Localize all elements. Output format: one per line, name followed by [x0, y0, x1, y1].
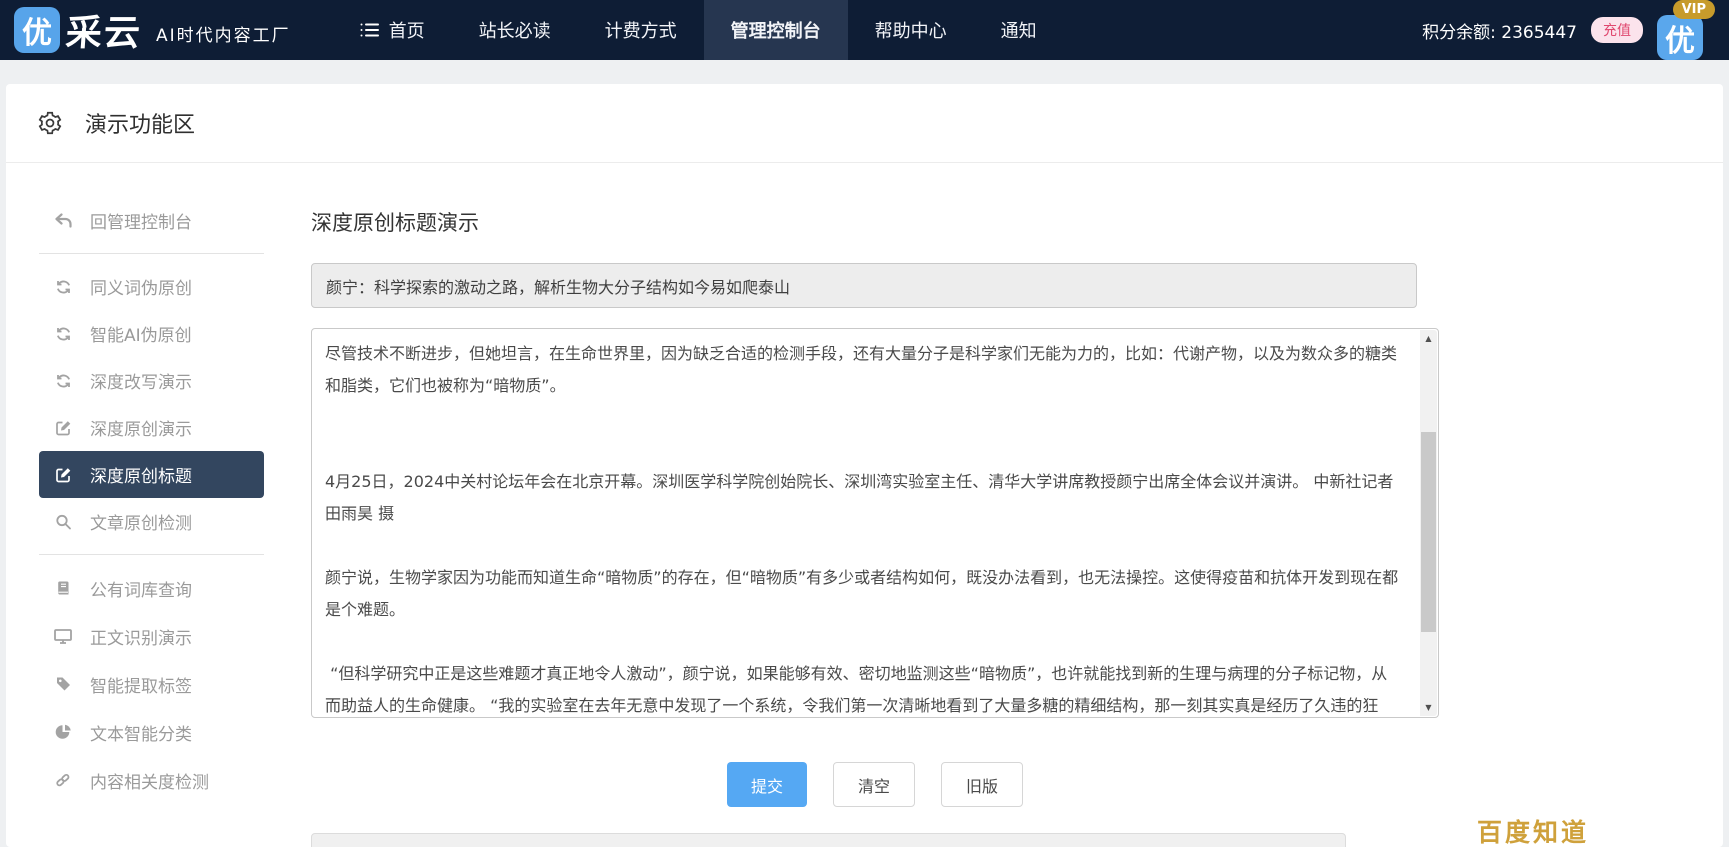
sidebar-item-label: 深度原创标题: [90, 462, 192, 487]
sidebar-item-originality-check[interactable]: 文章原创检测: [39, 498, 264, 545]
refresh-icon: [53, 373, 73, 389]
edit-icon: [53, 467, 73, 483]
sidebar: 回管理控制台 同义词伪原创 智能AI伪原创 深度改写演示: [6, 163, 296, 847]
sidebar-divider: [39, 253, 264, 254]
sidebar-item-smart-tags[interactable]: 智能提取标签: [39, 660, 264, 708]
logo-tagline: AI时代内容工厂: [156, 21, 291, 46]
vip-badge: VIP: [1673, 0, 1715, 19]
sidebar-item-ai-rewrite[interactable]: 智能AI伪原创: [39, 310, 264, 357]
nav-item-notice[interactable]: 通知: [974, 0, 1064, 60]
page-header: 演示功能区: [6, 84, 1723, 163]
content-card: 演示功能区 回管理控制台 同义词伪原创 智能AI伪原创: [6, 84, 1723, 847]
navbar-right: 积分余额: 2365447 充值 VIP 优: [1422, 0, 1709, 60]
sidebar-item-back-console[interactable]: 回管理控制台: [39, 197, 264, 244]
sidebar-item-label: 回管理控制台: [90, 208, 192, 233]
app-logo[interactable]: 优 采云 AI时代内容工厂: [14, 0, 291, 60]
result-box-partial: [311, 833, 1346, 847]
monitor-icon: [53, 628, 73, 644]
nav-item-home[interactable]: 首页: [333, 0, 452, 60]
sidebar-item-label: 内容相关度检测: [90, 768, 209, 793]
article-textarea-wrap: 尽管技术不断进步，但她坦言，在生命世界里，因为缺乏合适的检测手段，还有大量分子是…: [311, 328, 1439, 718]
button-row: 提交 清空 旧版: [311, 762, 1439, 807]
refresh-icon: [53, 279, 73, 295]
nav-item-label: 计费方式: [605, 17, 677, 43]
clear-button[interactable]: 清空: [833, 762, 915, 807]
reply-icon: [53, 213, 73, 229]
nav-item-help[interactable]: 帮助中心: [848, 0, 974, 60]
points-label: 积分余额:: [1422, 23, 1496, 43]
title-input[interactable]: [311, 263, 1417, 308]
scroll-down-icon[interactable]: ▼: [1420, 699, 1437, 716]
avatar: 优: [1657, 15, 1703, 60]
list-icon: [360, 22, 380, 38]
pie-chart-icon: [53, 724, 73, 740]
nav-item-label: 通知: [1001, 17, 1037, 43]
sidebar-item-public-lexicon[interactable]: 公有词库查询: [39, 564, 264, 612]
sidebar-item-deep-original-demo[interactable]: 深度原创演示: [39, 404, 264, 451]
sidebar-divider: [39, 554, 264, 555]
nav-item-must-read[interactable]: 站长必读: [452, 0, 578, 60]
tag-icon: [53, 676, 73, 692]
refresh-icon: [53, 326, 73, 342]
sidebar-item-label: 文章原创检测: [90, 509, 192, 534]
sidebar-item-label: 深度改写演示: [90, 368, 192, 393]
nav-item-label: 首页: [389, 17, 425, 43]
page-title: 演示功能区: [85, 107, 195, 139]
points-balance: 积分余额: 2365447: [1422, 18, 1577, 43]
sidebar-item-deep-rewrite-demo[interactable]: 深度改写演示: [39, 357, 264, 404]
search-icon: [53, 514, 73, 530]
legacy-version-button[interactable]: 旧版: [941, 762, 1023, 807]
sidebar-item-body-text-recognition[interactable]: 正文识别演示: [39, 612, 264, 660]
user-avatar[interactable]: VIP 优: [1657, 0, 1709, 60]
sidebar-item-label: 文本智能分类: [90, 720, 192, 745]
sidebar-item-label: 同义词伪原创: [90, 274, 192, 299]
nav-item-console[interactable]: 管理控制台: [704, 0, 848, 60]
nav-item-pricing[interactable]: 计费方式: [578, 0, 704, 60]
sidebar-item-label: 深度原创演示: [90, 415, 192, 440]
scrollbar-thumb[interactable]: [1421, 432, 1436, 632]
book-icon: [53, 580, 73, 596]
textarea-scrollbar[interactable]: ▲ ▼: [1420, 330, 1437, 716]
sidebar-item-label: 正文识别演示: [90, 624, 192, 649]
sidebar-item-relevance-check[interactable]: 内容相关度检测: [39, 756, 264, 804]
top-navbar: 优 采云 AI时代内容工厂 首页 站长必读 计费方式 管理控制台 帮助中心 通知…: [0, 0, 1729, 60]
article-textarea[interactable]: 尽管技术不断进步，但她坦言，在生命世界里，因为缺乏合适的检测手段，还有大量分子是…: [312, 329, 1438, 717]
sidebar-item-deep-original-title[interactable]: 深度原创标题: [39, 451, 264, 498]
watermark: 百度知道: [1477, 813, 1589, 847]
nav-item-label: 帮助中心: [875, 17, 947, 43]
main-content: 深度原创标题演示 尽管技术不断进步，但她坦言，在生命世界里，因为缺乏合适的检测手…: [296, 163, 1723, 847]
link-icon: [53, 772, 73, 788]
scroll-up-icon[interactable]: ▲: [1420, 330, 1437, 347]
gear-icon: [37, 110, 63, 136]
section-title: 深度原创标题演示: [311, 207, 1723, 237]
points-value: 2365447: [1501, 23, 1577, 43]
sidebar-item-label: 智能提取标签: [90, 672, 192, 697]
nav-item-label: 管理控制台: [731, 17, 821, 43]
sidebar-item-synonym-rewrite[interactable]: 同义词伪原创: [39, 263, 264, 310]
main-menu: 首页 站长必读 计费方式 管理控制台 帮助中心 通知: [333, 0, 1064, 60]
logo-mark: 优: [14, 7, 60, 53]
submit-button[interactable]: 提交: [727, 762, 807, 807]
sidebar-item-label: 公有词库查询: [90, 576, 192, 601]
edit-icon: [53, 420, 73, 436]
recharge-button[interactable]: 充值: [1591, 17, 1643, 43]
sidebar-item-text-classification[interactable]: 文本智能分类: [39, 708, 264, 756]
nav-item-label: 站长必读: [479, 17, 551, 43]
logo-wordmark: 采云: [64, 4, 144, 56]
sidebar-item-label: 智能AI伪原创: [90, 321, 192, 346]
